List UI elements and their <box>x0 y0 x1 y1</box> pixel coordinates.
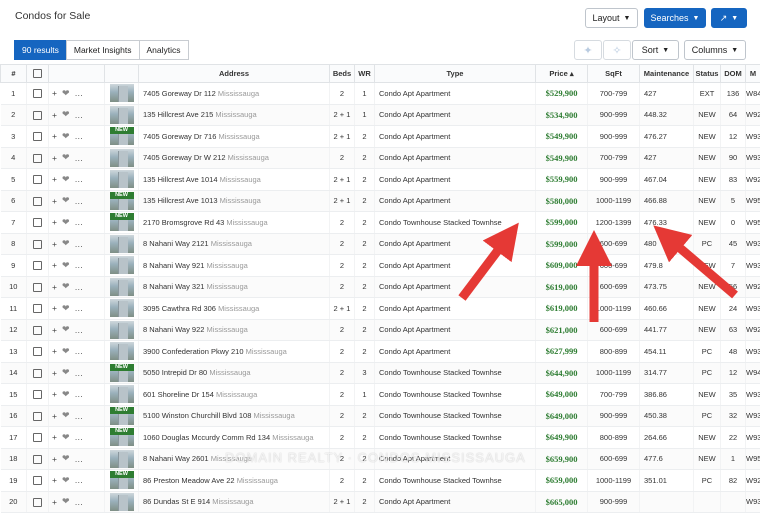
new-badge: NEW <box>110 471 134 478</box>
new-badge: NEW <box>110 428 134 435</box>
new-badge: NEW <box>110 192 134 199</box>
new-badge: NEW <box>110 127 134 134</box>
new-badge: NEW <box>110 364 134 371</box>
new-badge: NEW <box>110 407 134 414</box>
arrow-maintenance <box>667 237 735 295</box>
arrow-price <box>462 237 508 298</box>
new-badge: NEW <box>110 213 134 220</box>
